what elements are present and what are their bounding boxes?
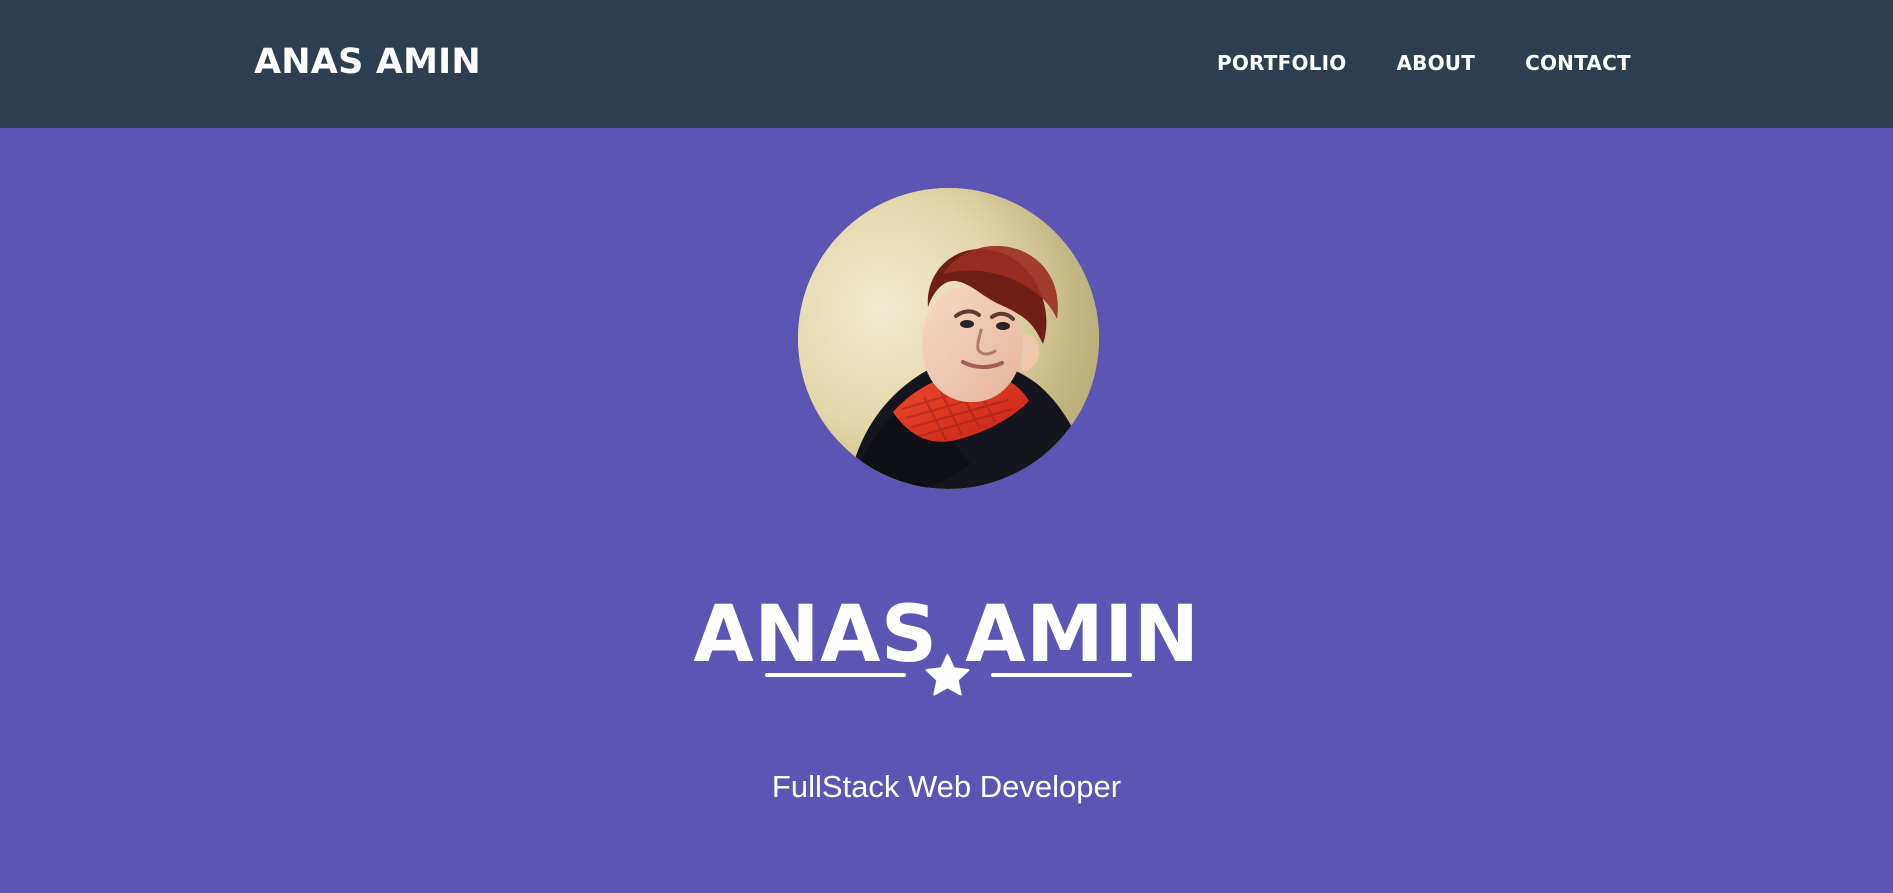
- nav-link-contact[interactable]: CONTACT: [1525, 49, 1631, 77]
- nav-link-about[interactable]: ABOUT: [1396, 49, 1475, 77]
- nav-link-portfolio[interactable]: PORTFOLIO: [1217, 49, 1346, 77]
- divider-line-right: [991, 673, 1132, 677]
- nav-links: PORTFOLIO ABOUT CONTACT: [1217, 49, 1631, 77]
- navbar: ANAS AMIN PORTFOLIO ABOUT CONTACT: [0, 0, 1893, 128]
- star-icon: [924, 653, 971, 698]
- hero-subtitle: FullStack Web Developer: [771, 769, 1122, 804]
- divider: [765, 646, 1132, 704]
- divider-line-left: [765, 673, 906, 677]
- brand-link[interactable]: ANAS AMIN: [254, 40, 481, 84]
- profile-photo: [798, 188, 1099, 489]
- avatar: [798, 188, 1099, 489]
